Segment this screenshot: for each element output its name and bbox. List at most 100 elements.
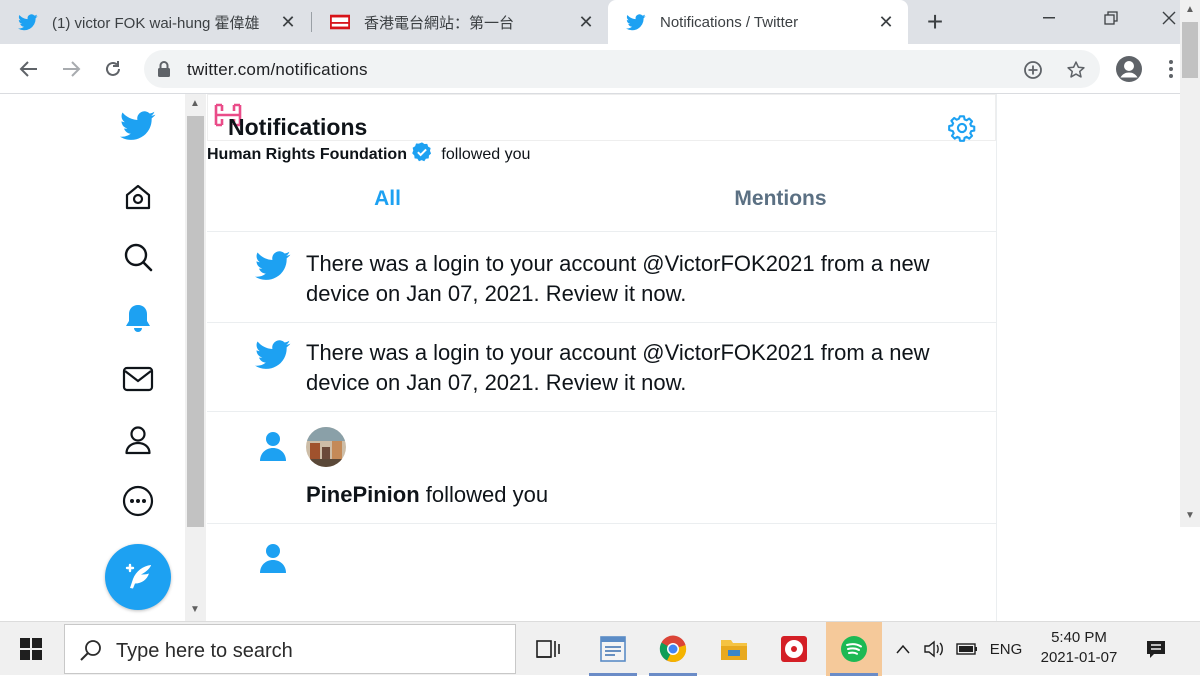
follower-line: Human Rights Foundation followed you [207,141,996,164]
settings-gear-icon[interactable] [948,114,976,142]
scroll-down-arrow-icon[interactable]: ▼ [190,604,200,615]
close-tab-icon[interactable]: ✕ [576,12,596,32]
scroll-up-arrow-icon[interactable]: ▲ [1185,4,1195,15]
action-center-button[interactable] [1136,622,1176,676]
star-bookmark-icon[interactable] [1065,59,1087,81]
forward-button[interactable] [56,54,86,84]
notification-item[interactable]: PinePinion followed you [207,412,997,524]
notification-text: There was a login to your account @Victo… [306,340,930,395]
notification-item[interactable]: There was a login to your account @Victo… [207,234,997,323]
battery-icon [956,643,977,655]
follower-name[interactable]: PinePinion [306,482,420,507]
browser-toolbar: twitter.com/notifications [0,44,1200,94]
page-scrollbar[interactable]: ▲ ▼ [1180,0,1200,527]
tab-all[interactable]: All [190,166,585,232]
tab-title: (1) victor FOK wai-hung 霍偉雄 [52,14,260,32]
follow-suffix: followed you [419,482,549,507]
notifications-bell-icon[interactable] [120,300,156,336]
verified-badge-icon [412,142,432,162]
twitter-bird-icon [18,12,38,32]
twitter-sidebar [100,94,180,621]
taskbar-clock[interactable]: 5:40 PM 2021-01-07 [1030,628,1128,668]
new-tab-button[interactable]: + [920,8,950,38]
chrome-icon [659,635,687,663]
twitter-logo-icon[interactable] [120,108,156,144]
address-bar[interactable]: twitter.com/notifications [144,50,1100,88]
taskbar-search-box[interactable]: Type here to search [64,624,516,674]
search-icon[interactable] [120,239,156,275]
minimize-button[interactable] [1018,0,1080,36]
task-view-button[interactable] [520,622,576,676]
add-circle-icon[interactable] [1022,59,1044,81]
twitter-bird-icon [255,248,291,284]
search-icon [80,640,101,661]
follower-line: PinePinion followed you [306,482,548,508]
arrow-left-icon [19,61,37,77]
taskbar-app-media-player[interactable] [766,622,822,676]
volume-button[interactable] [920,622,948,676]
follow-suffix: followed you [436,146,531,163]
clock-time: 5:40 PM [1051,629,1107,646]
more-vertical-icon [1169,60,1173,78]
notification-item[interactable]: There was a login to your account @Victo… [207,323,997,412]
restore-button[interactable] [1080,0,1142,36]
tab-mentions[interactable]: Mentions [583,166,978,232]
reload-button[interactable] [98,54,128,84]
person-icon [255,428,291,464]
search-placeholder: Type here to search [116,640,293,662]
browser-tab-rthk[interactable]: 香港電台網站：第一台 ✕ [312,0,608,44]
browser-tab-strip: (1) victor FOK wai-hung 霍偉雄 ✕ 香港電台網站：第一台… [0,0,1200,44]
home-icon[interactable] [120,179,156,215]
start-button[interactable] [0,622,62,676]
notification-tabs: All Mentions [207,166,997,232]
folder-icon [721,640,747,660]
taskbar-app-file-explorer[interactable] [706,622,762,676]
profile-button[interactable] [1114,54,1144,84]
notifications-column: Notifications All Mentions There was a l… [207,94,997,621]
scroll-down-arrow-icon[interactable]: ▼ [1185,510,1195,521]
account-circle-icon [1116,56,1142,82]
avatar[interactable] [306,427,346,467]
browser-tab-notifications[interactable]: Notifications / Twitter ✕ [608,0,908,44]
notification-item[interactable] [207,524,997,621]
arrow-right-icon [63,61,81,77]
messages-envelope-icon[interactable] [120,361,156,397]
browser-tab-profile[interactable]: (1) victor FOK wai-hung 霍偉雄 ✕ [0,0,310,44]
tab-title: Notifications / Twitter [660,13,799,31]
rthk-icon [330,12,350,32]
follower-name[interactable]: Human Rights Foundation [207,146,407,163]
windows-logo-icon [20,638,42,660]
lock-icon [158,61,170,77]
close-tab-icon[interactable]: ✕ [278,12,298,32]
close-icon [1162,11,1176,25]
reload-icon [106,61,120,76]
close-tab-icon[interactable]: ✕ [876,12,896,32]
taskbar-app-chrome[interactable] [645,622,701,676]
speaker-icon [924,640,943,658]
taskbar-app-spotify[interactable] [826,622,882,676]
scroll-up-arrow-icon[interactable]: ▲ [190,98,200,109]
chevron-up-icon [896,644,910,654]
battery-button[interactable] [952,622,982,676]
compose-feather-icon [125,563,151,589]
url-text[interactable]: twitter.com/notifications [187,60,368,80]
media-player-icon [781,636,807,662]
task-view-icon [536,640,560,658]
back-button[interactable] [14,54,44,84]
profile-person-icon[interactable] [120,422,156,458]
more-circle-icon[interactable] [120,483,156,519]
minimize-icon [1043,17,1055,19]
windows-taskbar: Type here to search ENG 5:40 PM 2021-01-… [0,621,1200,676]
compose-tweet-button[interactable] [105,544,171,610]
restore-icon [1104,11,1118,25]
clock-date: 2021-01-07 [1040,649,1118,666]
show-hidden-icons-button[interactable] [890,622,916,676]
twitter-bird-icon [255,337,291,373]
notification-center-icon [1147,641,1165,658]
taskbar-app-reader[interactable] [585,622,641,676]
document-reader-icon [600,636,626,662]
scrollbar-thumb[interactable] [1182,22,1198,78]
input-language[interactable]: ENG [984,622,1028,676]
person-icon [255,540,291,576]
tab-title: 香港電台網站：第一台 [364,14,515,32]
